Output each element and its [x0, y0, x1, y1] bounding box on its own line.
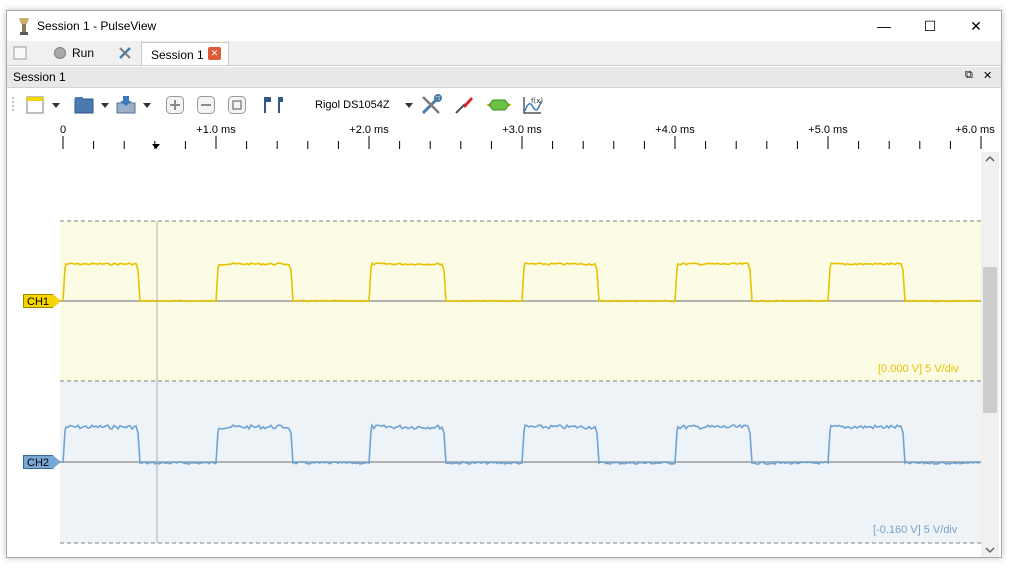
- main-tab-bar: Run Session 1 ✕: [7, 41, 1001, 66]
- ruler-ticks: [62, 136, 982, 149]
- settings-tools-button[interactable]: [117, 41, 133, 65]
- grip-icon: [12, 97, 14, 111]
- chevron-down-icon: [52, 103, 60, 108]
- scroll-up-icon[interactable]: [985, 154, 995, 164]
- save-file-button[interactable]: [115, 94, 137, 116]
- trigger-marker-icon: [152, 144, 160, 149]
- ch1-name: CH1: [27, 296, 50, 308]
- zoom-in-button[interactable]: [165, 94, 185, 116]
- trace-canvas: [60, 220, 981, 544]
- zoom-out-icon: [197, 96, 215, 114]
- new-document-icon: [26, 96, 44, 114]
- run-button[interactable]: Run: [53, 41, 94, 65]
- add-decoder-button[interactable]: [487, 94, 511, 116]
- open-folder-icon: [74, 97, 94, 114]
- scroll-down-icon[interactable]: [985, 545, 995, 555]
- chevron-down-icon: [101, 103, 109, 108]
- device-selector[interactable]: Rigol DS1054Z: [307, 94, 419, 116]
- device-name: Rigol DS1054Z: [315, 99, 390, 111]
- title-bar: Session 1 - PulseView — ☐ ✕: [7, 11, 1001, 41]
- session-dock-header: Session 1 ⧉ ✕: [7, 67, 1001, 88]
- cursor-flags-icon: [264, 97, 283, 113]
- close-dock-icon[interactable]: ✕: [983, 69, 992, 82]
- save-icon: [116, 96, 136, 114]
- probe-icon: [455, 97, 473, 114]
- minimize-icon: —: [877, 18, 891, 34]
- new-view-icon: [13, 46, 27, 60]
- session-tab-label: Session 1: [151, 48, 204, 62]
- new-view-button[interactable]: [13, 41, 27, 65]
- chevron-down-icon: [143, 103, 151, 108]
- dock-title: Session 1: [13, 70, 66, 84]
- float-dock-icon[interactable]: ⧉: [965, 69, 973, 82]
- close-tab-icon[interactable]: ✕: [208, 47, 221, 60]
- close-window-button[interactable]: ✕: [953, 11, 999, 41]
- new-session-button[interactable]: [25, 94, 45, 116]
- chevron-down-icon: [405, 103, 413, 108]
- maximize-icon: ☐: [923, 17, 937, 34]
- open-file-button[interactable]: [73, 94, 95, 116]
- vertical-scrollbar[interactable]: [981, 152, 999, 557]
- svg-text:f(x): f(x): [531, 97, 543, 105]
- ch1-scale: [0.000 V] 5 V/div: [878, 363, 959, 375]
- scroll-thumb[interactable]: [983, 267, 997, 413]
- math-function-icon: f(x): [523, 97, 543, 114]
- run-indicator-icon: [54, 47, 66, 59]
- new-session-dropdown[interactable]: [51, 94, 61, 116]
- pulseview-window: Session 1 - PulseView — ☐ ✕ Run Session …: [6, 10, 1002, 558]
- toolbar-grip: [11, 94, 15, 116]
- session-toolbar: Rigol DS1054Z f(x): [7, 88, 1001, 123]
- decoder-icon: [487, 99, 511, 111]
- probe-channels-button[interactable]: [453, 94, 475, 116]
- ch2-scale: [-0.160 V] 5 V/div: [873, 524, 958, 536]
- zoom-out-button[interactable]: [196, 94, 216, 116]
- close-icon: ✕: [970, 17, 982, 34]
- maximize-button[interactable]: ☐: [907, 11, 953, 41]
- zoom-in-icon: [166, 96, 184, 114]
- configure-tools-icon: [421, 94, 442, 115]
- trace-view[interactable]: CH1 CH2 [0.000 V] 5 V/div [-0.160 V] 5 V…: [7, 152, 1001, 557]
- device-configure-button[interactable]: [420, 94, 442, 116]
- minimize-button[interactable]: —: [861, 11, 907, 41]
- zoom-fit-icon: [228, 96, 246, 114]
- save-file-dropdown[interactable]: [142, 94, 152, 116]
- tools-icon: [119, 47, 131, 59]
- run-label: Run: [72, 46, 95, 60]
- math-signal-button[interactable]: f(x): [521, 94, 543, 116]
- zoom-fit-button[interactable]: [227, 94, 247, 116]
- ch2-name: CH2: [27, 457, 50, 469]
- window-title: Session 1 - PulseView: [37, 19, 157, 33]
- pulseview-app-icon: [19, 18, 29, 35]
- tab-session-1[interactable]: Session 1 ✕: [141, 42, 229, 65]
- time-ruler[interactable]: 0 +1.0 ms +2.0 ms +3.0 ms +4.0 ms +5.0 m…: [7, 122, 1001, 152]
- open-file-dropdown[interactable]: [100, 94, 110, 116]
- show-cursors-button[interactable]: [261, 94, 285, 116]
